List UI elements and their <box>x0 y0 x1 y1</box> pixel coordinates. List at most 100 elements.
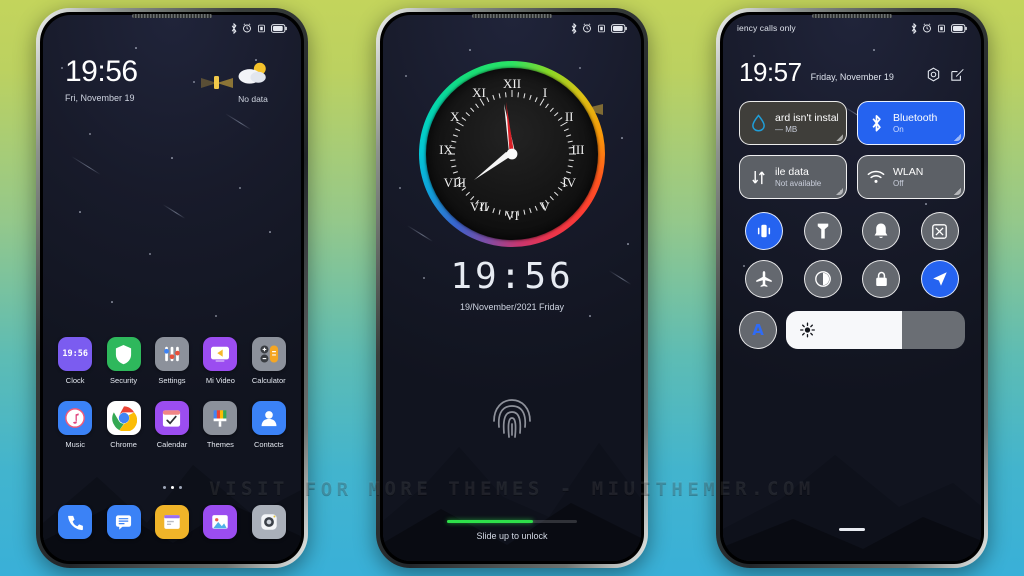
svg-text:XI: XI <box>472 85 486 100</box>
wifi-icon <box>866 170 886 184</box>
battery-icon <box>611 23 627 33</box>
tile-subtitle: Off <box>893 179 904 189</box>
page-dot-active <box>170 486 174 489</box>
video-play-icon <box>203 337 238 371</box>
rotation-lock-toggle[interactable] <box>862 260 901 298</box>
camera-lens-icon[interactable] <box>251 505 286 539</box>
app-label: Calculator <box>251 376 286 385</box>
slide-progress-bar[interactable] <box>447 520 577 523</box>
shield-icon <box>106 337 141 371</box>
svg-text:III: III <box>572 142 585 157</box>
bluetooth-icon <box>231 22 237 34</box>
tile-title: Bluetooth <box>893 111 938 124</box>
tile-expand-corner-icon[interactable] <box>954 188 961 195</box>
brightness-slider[interactable] <box>786 311 965 349</box>
tile-mobile-data[interactable]: ile data Not available <box>739 155 847 199</box>
message-lines-icon[interactable] <box>106 505 141 539</box>
app-music[interactable]: Music <box>53 401 97 449</box>
phone-handset-icon[interactable] <box>58 505 93 539</box>
tile-expand-corner-icon[interactable] <box>954 134 961 141</box>
app-themes[interactable]: Themes <box>198 401 242 449</box>
svg-text:V: V <box>540 199 550 214</box>
gallery-photo-icon[interactable] <box>203 505 238 539</box>
tile-subtitle: — MB <box>775 125 798 135</box>
darkmode-toggle[interactable] <box>803 260 842 298</box>
vibrate-icon <box>258 24 265 32</box>
home-clock-date: Fri, November 19 <box>65 93 135 103</box>
bell-icon <box>874 223 888 239</box>
app-calendar[interactable]: Calendar <box>150 401 194 449</box>
mobile-data-icon <box>748 169 768 186</box>
tile-wlan[interactable]: WLAN Off <box>857 155 965 199</box>
app-clock[interactable]: 19:56 Clock <box>53 337 97 385</box>
fingerprint-icon[interactable] <box>490 395 534 443</box>
clock-app-icon: 19:56 <box>58 337 93 371</box>
vibrate-icon <box>758 224 771 238</box>
tile-text: Bluetooth On <box>893 112 937 134</box>
phone3-bezel: iency calls only 19:57 Friday, November … <box>720 12 984 564</box>
shade-actions <box>926 67 965 82</box>
svg-text:VI: VI <box>505 208 519 223</box>
tile-expand-corner-icon[interactable] <box>836 188 843 195</box>
analog-clock: XII I II III IV V VI VII VIII IX X XI <box>419 61 605 247</box>
home-clock-widget[interactable]: 19:56 Fri, November 19 <box>65 55 138 104</box>
music-note-icon <box>58 401 93 435</box>
earpiece-grille-icon <box>812 14 892 18</box>
tile-expand-corner-icon[interactable] <box>836 134 843 141</box>
status-icons <box>570 22 627 34</box>
phone2-screen: XII I II III IV V VI VII VIII IX X XI 19… <box>383 15 641 561</box>
location-toggle[interactable] <box>920 260 959 298</box>
edit-icon[interactable] <box>950 67 965 82</box>
phone1-screen: 19:56 Fri, November 19 No data 19:56 Clo… <box>43 15 301 561</box>
clock-face-svg: XII I II III IV V VI VII VIII IX X XI <box>439 76 585 223</box>
clock-face: XII I II III IV V VI VII VIII IX X XI <box>426 68 598 240</box>
app-label: Chrome <box>110 440 137 449</box>
auto-brightness-button[interactable]: A <box>739 311 777 349</box>
svg-text:I: I <box>543 85 547 100</box>
settings-gear-icon[interactable] <box>926 67 941 82</box>
hour-hand <box>474 152 512 180</box>
drag-handle[interactable] <box>839 528 865 531</box>
airplane-toggle[interactable] <box>745 260 784 298</box>
app-label: Security <box>110 376 138 385</box>
vibrate-toggle[interactable] <box>745 212 784 250</box>
shade-header: 19:57 Friday, November 19 <box>739 59 965 85</box>
phone3-status-bar: iency calls only <box>723 15 981 41</box>
alarm-icon <box>583 23 591 33</box>
quick-settings-panel: 19:57 Friday, November 19 ard isn't inst… <box>723 15 981 561</box>
app-label: Calendar <box>156 440 188 449</box>
app-mi-video[interactable]: Mi Video <box>198 337 242 385</box>
home-clock-time: 19:56 <box>65 55 138 88</box>
app-contacts[interactable]: Contacts <box>247 401 291 449</box>
dnd-toggle[interactable] <box>862 212 901 250</box>
weather-widget[interactable]: No data <box>225 61 281 104</box>
svg-text:II: II <box>565 109 574 124</box>
contrast-icon <box>814 271 831 287</box>
app-calculator[interactable]: Calculator <box>247 337 291 385</box>
phone-home-screen: 19:56 Fri, November 19 No data 19:56 Clo… <box>36 8 308 568</box>
flashlight-toggle[interactable] <box>803 212 842 250</box>
tile-text: WLAN Off <box>893 166 923 188</box>
notes-icon[interactable] <box>154 505 189 539</box>
lockscreen-clock-widget[interactable]: XII I II III IV V VI VII VIII IX X XI 19… <box>419 61 605 312</box>
partly-cloudy-icon <box>238 62 266 84</box>
app-label: Settings <box>158 376 186 385</box>
app-label: Clock <box>65 376 85 385</box>
app-chrome[interactable]: Chrome <box>102 401 146 449</box>
phone1-bezel: 19:56 Fri, November 19 No data 19:56 Clo… <box>40 12 304 564</box>
app-settings[interactable]: Settings <box>150 337 194 385</box>
toggle-grid <box>739 212 965 298</box>
svg-text:IX: IX <box>439 142 453 157</box>
tile-bluetooth[interactable]: Bluetooth On <box>857 101 965 145</box>
battery-icon <box>951 23 967 33</box>
svg-text:IV: IV <box>562 175 576 190</box>
alarm-icon <box>243 23 251 33</box>
app-security[interactable]: Security <box>102 337 146 385</box>
tile-sim-data[interactable]: ard isn't instal — MB <box>739 101 847 145</box>
alarm-icon <box>923 23 931 33</box>
page-indicator[interactable] <box>43 486 301 489</box>
vibrate-icon <box>598 24 605 32</box>
battery-icon <box>271 23 287 33</box>
status-icons <box>910 22 967 34</box>
screenshot-toggle[interactable] <box>920 212 959 250</box>
